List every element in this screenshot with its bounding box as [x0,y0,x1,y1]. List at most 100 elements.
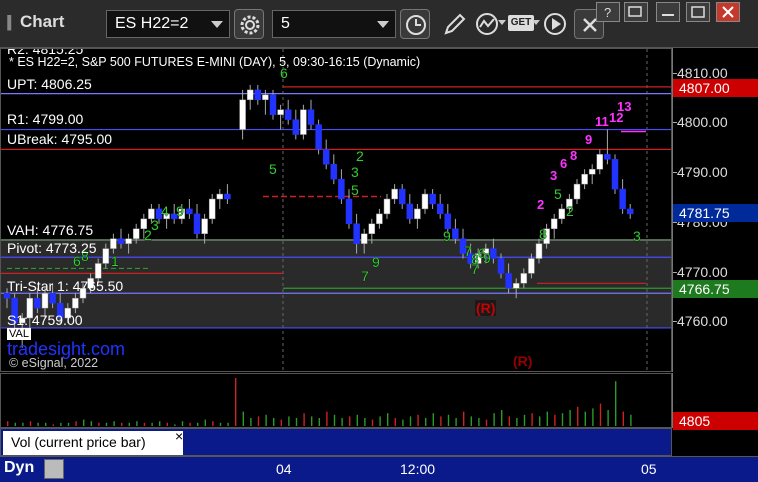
candle-body [391,188,398,200]
price-tick: 4790.00 [673,164,728,180]
volume-bar [371,419,374,426]
candle-body [490,248,497,259]
window-link-icon [628,6,642,17]
volume-bar [394,418,396,426]
help-window-button[interactable]: ? [596,2,620,22]
price-tick: 4800.00 [673,114,728,130]
volume-bar [265,414,267,426]
candle-body [262,94,269,101]
candle-body [406,203,414,220]
volume-bar [615,381,617,426]
count-label-green: 9 [176,203,184,219]
maximize-button[interactable] [686,2,710,22]
price-chart-pane[interactable]: 2 3 6 8 9 11 12 13 6 5 4 3 2 1 6 9 8 7 9 5 3 2 9 7 8 6 7 9 5 2 8 3 R2: … [0,48,672,372]
settings-button[interactable] [234,9,264,39]
dynamic-label: Dyn [4,459,35,476]
count-label-green: 3 [351,164,359,180]
count-label-magenta: 9 [585,132,592,147]
draw-tool-button[interactable] [440,9,470,39]
volume-bar [561,413,564,426]
volume-bar [128,422,130,426]
chevron-down-icon[interactable] [211,21,223,28]
volume-bar [242,411,244,426]
candle-body [414,208,421,220]
volume-study-text: Vol (current price bar) [11,434,146,450]
session-icon[interactable] [44,459,64,479]
volume-bar [440,416,442,426]
level-label-pivot: Pivot: 4773.25 [7,240,97,256]
candle-body [322,149,330,165]
price-badge-upper: 4807.00 [673,79,758,97]
candle-body [246,89,254,101]
chart-title-label: Chart [20,12,65,31]
interval-input[interactable]: 5 [272,10,396,38]
window-close-button[interactable] [716,2,740,22]
chevron-down-icon[interactable] [532,20,540,25]
volume-study-label[interactable]: Vol (current price bar) × [3,428,183,455]
volume-bar [447,414,450,426]
volume-bar [569,410,571,426]
minimize-button[interactable] [656,2,680,22]
time-tick: 12:00 [400,461,436,477]
copyright-text: © eSignal, 2022 [9,356,99,370]
chevron-down-icon[interactable] [498,20,506,25]
volume-bar [227,422,229,426]
volume-bar [516,418,518,426]
volume-bar [288,416,290,426]
time-template-button[interactable] [400,9,430,39]
volume-bar [493,413,495,426]
volume-bar [52,424,54,426]
volume-bar [29,421,32,426]
volume-pane[interactable] [0,373,672,428]
candle-body [429,193,436,205]
volume-bar [67,422,70,426]
symbol-input[interactable]: ES H22=2 [106,10,230,38]
chart-window-title[interactable]: || Chart [6,12,64,32]
volume-bar [295,418,298,426]
volume-bar [630,414,632,426]
candle-body [49,292,56,304]
count-label-green: 7 [471,261,479,277]
time-tick: 05 [641,461,657,477]
play-button[interactable] [540,9,570,39]
count-label-magenta: 11 [595,114,609,129]
candle-body [307,109,315,125]
chart-header-text: * ES H22=2, S&P 500 FUTURES E-MINI (DAY)… [9,55,421,69]
volume-bar [508,416,510,426]
gear-icon [240,15,260,35]
count-label-green: 9 [443,228,451,244]
candle-body [110,238,117,249]
candle-body [436,203,444,215]
volume-bar [546,411,548,426]
interval-value: 5 [281,15,290,32]
price-badge-lower: 4766.75 [673,280,758,298]
volume-bar [417,414,419,426]
level-label-tristar: Tri-Star 1: 4765.50 [7,278,124,294]
candle-body [604,154,611,160]
price-axis[interactable]: 4810.00 4800.00 4790.00 4780.00 4770.00 … [672,48,758,372]
count-label-green: 5 [351,182,359,198]
volume-bar [37,422,39,426]
candle-body [353,223,360,244]
count-label-green: 5 [554,186,562,202]
time-axis[interactable]: Dyn 04 12:00 05 [0,456,758,482]
volume-bar [250,418,252,426]
link-window-button[interactable] [624,2,648,22]
candle-body [102,248,110,264]
volume-bar [14,422,16,426]
volume-axis[interactable]: 4805 [672,373,758,430]
level-label-vah: VAH: 4776.75 [7,222,94,238]
volume-bar [501,410,503,426]
candle-body [611,159,619,190]
candle-body [505,273,512,289]
candle-body [125,238,132,244]
volume-bar [113,421,115,426]
candle-body [201,218,208,234]
count-label-green: 3 [151,217,159,233]
drag-grip-icon[interactable]: || [6,12,20,32]
volume-bar [599,403,602,426]
close-icon[interactable]: × [175,428,183,444]
volume-bar [409,416,412,426]
chevron-down-icon[interactable] [377,21,389,28]
candle-body [315,124,322,150]
